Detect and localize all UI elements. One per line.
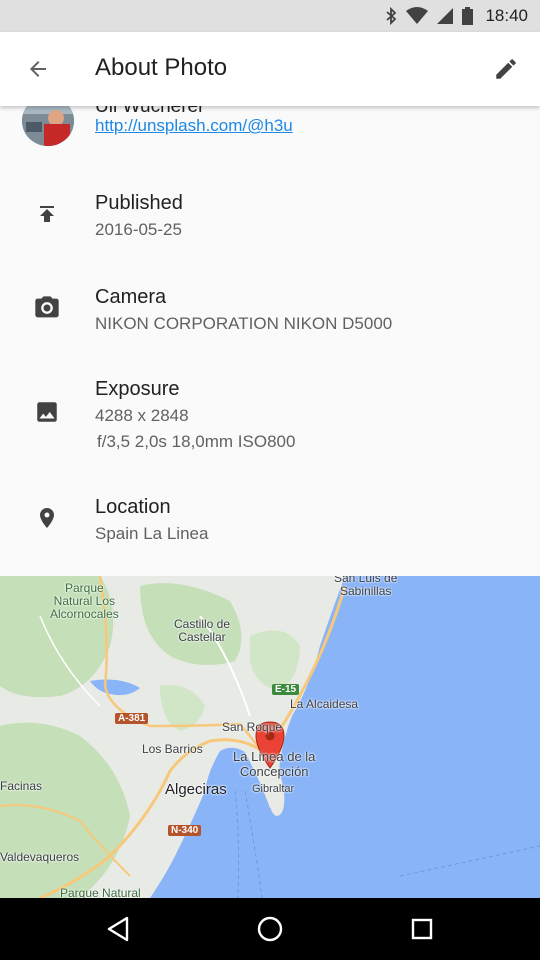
map-label-parque-natural: Parque Natural xyxy=(60,886,141,898)
status-time: 18:40 xyxy=(485,6,528,25)
nav-home-button[interactable] xyxy=(246,905,294,953)
image-icon xyxy=(31,396,63,428)
camera-icon xyxy=(31,292,63,324)
wifi-icon xyxy=(406,7,429,25)
nav-recents-button[interactable] xyxy=(398,905,446,953)
back-button[interactable] xyxy=(14,45,62,93)
map-label-valdevaqueros: Valdevaqueros xyxy=(0,850,80,864)
author-link[interactable]: http://unsplash.com/@h3u xyxy=(95,116,293,136)
status-bar: 18:40 xyxy=(0,0,540,32)
road-shield-e15: E-15 xyxy=(272,684,300,695)
battery-icon xyxy=(462,7,474,25)
detail-value: 4288 x 2848 xyxy=(95,406,189,425)
nav-home-icon xyxy=(257,916,283,942)
publish-icon xyxy=(31,198,63,230)
arrow-back-icon xyxy=(30,61,46,77)
signal-icon xyxy=(436,7,454,25)
nav-recents-icon xyxy=(411,918,433,940)
detail-title: Published xyxy=(95,192,183,214)
detail-title: Camera xyxy=(95,286,167,308)
bluetooth-icon xyxy=(384,7,398,25)
nav-back-icon xyxy=(107,916,129,942)
avatar[interactable] xyxy=(22,106,74,146)
map-label-la-linea: La Línea de la Concepción xyxy=(233,749,316,779)
edit-button[interactable] xyxy=(482,45,530,93)
detail-value: 2016-05-25 xyxy=(95,220,182,239)
detail-value: f/3,5 2,0s 18,0mm ISO800 xyxy=(97,432,296,451)
map-label-los-barrios: Los Barrios xyxy=(142,742,203,756)
map-label-san-roque: San Roque xyxy=(222,720,283,734)
map-label-castellar: Castillo de Castellar xyxy=(174,617,231,644)
map-label-alcaidesa: La Alcaidesa xyxy=(290,697,359,711)
map-label-alcornocales: Parque Natural Los Alcornocales xyxy=(50,581,119,621)
system-nav-bar xyxy=(0,898,540,960)
detail-value: Spain La Linea xyxy=(95,524,209,543)
nav-back-button[interactable] xyxy=(94,905,142,953)
detail-title: Location xyxy=(95,496,171,518)
author-row: Uli Wucherer http://unsplash.com/@h3u xyxy=(0,106,540,156)
detail-title: Exposure xyxy=(95,378,180,400)
app-bar: About Photo xyxy=(0,32,540,106)
location-map[interactable]: Parque Natural Los Alcornocales San Luis… xyxy=(0,576,540,898)
detail-value: NIKON CORPORATION NIKON D5000 xyxy=(95,314,393,333)
pencil-icon xyxy=(496,59,516,79)
road-shield-a381: A-381 xyxy=(115,713,149,724)
map-canvas xyxy=(0,576,540,898)
map-label-sabinillas: San Luis de Sabinillas xyxy=(334,576,398,598)
page-title: About Photo xyxy=(95,54,228,81)
map-label-algeciras: Algeciras xyxy=(165,781,227,798)
map-label-gibraltar: Gibraltar xyxy=(252,783,295,795)
road-shield-n340: N-340 xyxy=(168,825,202,836)
photo-details: Uli Wucherer http://unsplash.com/@h3u Pu… xyxy=(0,106,540,576)
location-pin-icon xyxy=(31,502,63,534)
map-label-facinas: Facinas xyxy=(0,779,43,793)
